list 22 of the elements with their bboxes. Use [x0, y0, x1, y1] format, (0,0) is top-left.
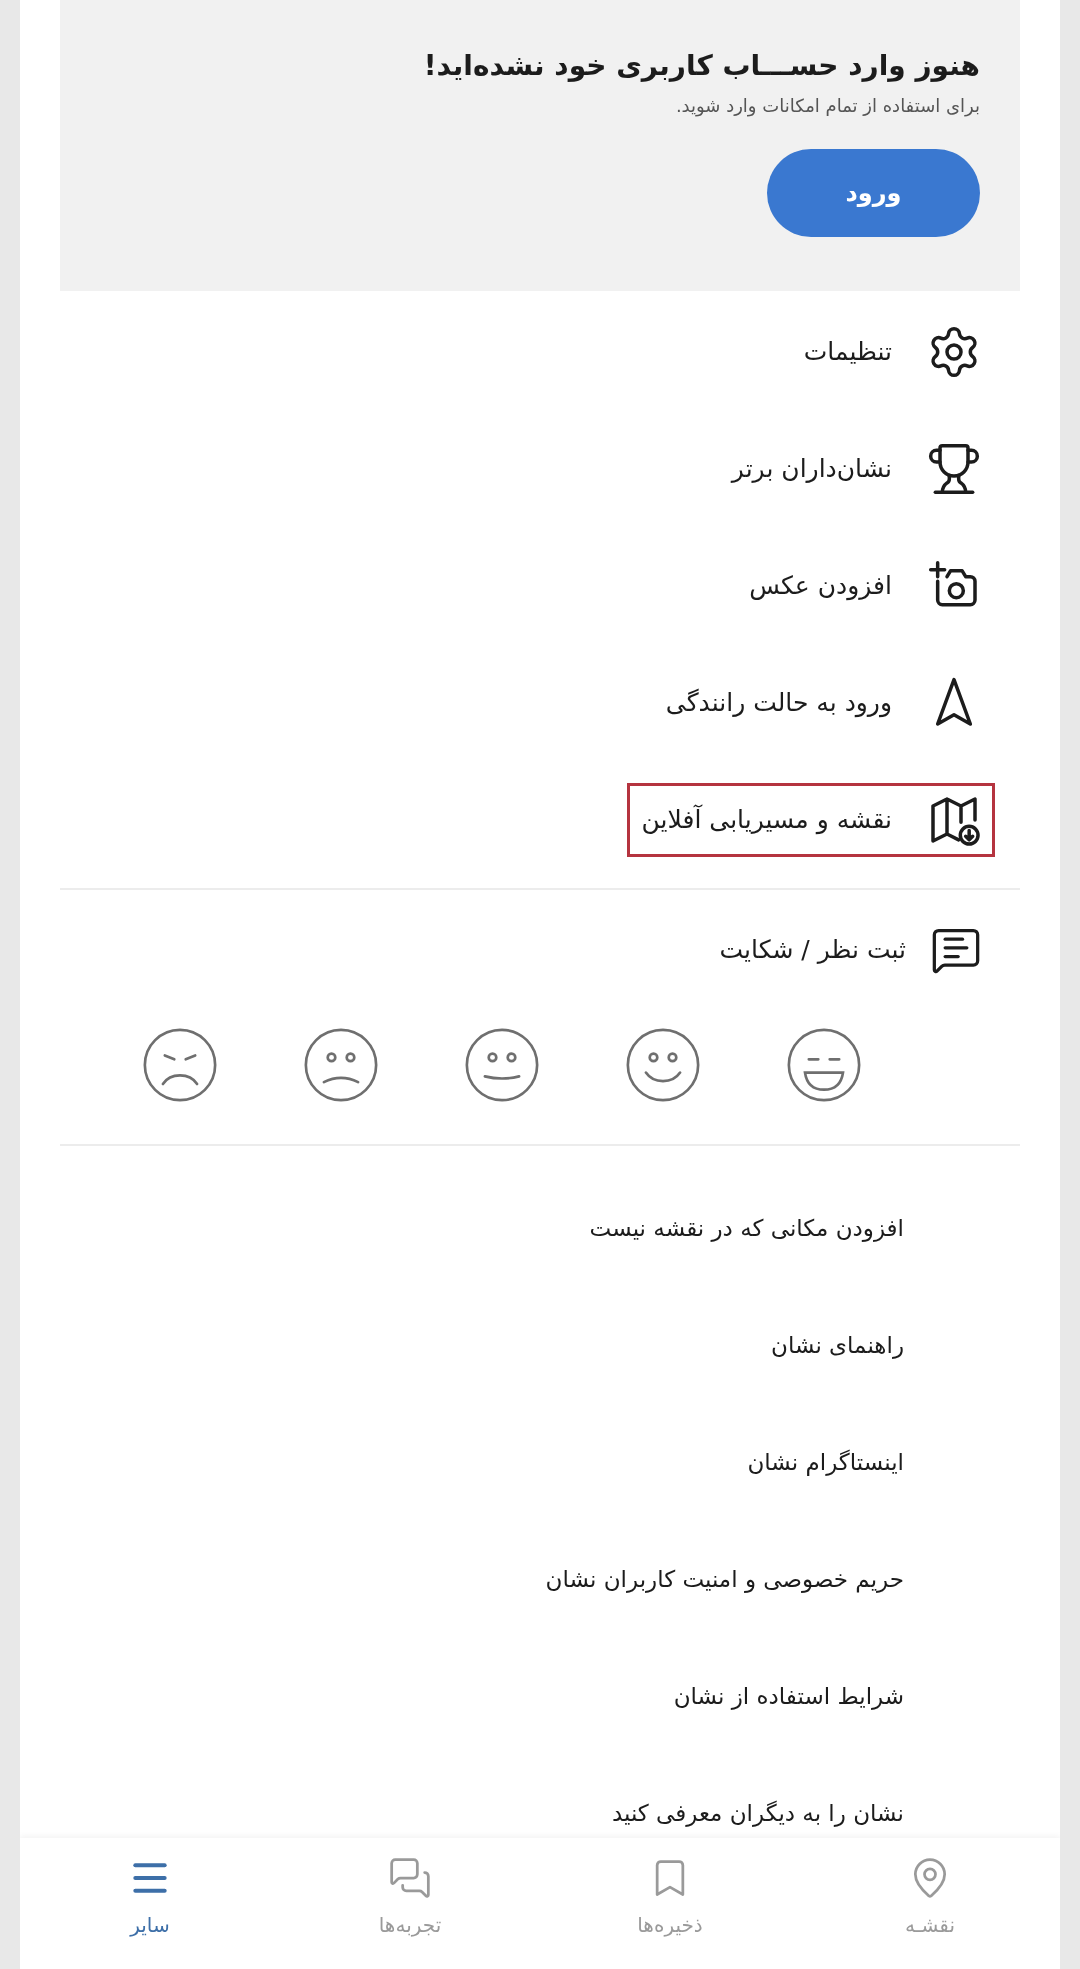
chat-bubbles-icon [388, 1856, 432, 1900]
smiling-face-icon[interactable] [625, 1027, 701, 1103]
menu-item[interactable]: تنظیمات [788, 314, 995, 389]
angry-face-icon[interactable] [142, 1027, 218, 1103]
menu-item[interactable]: نشان‌داران برتر [716, 431, 995, 506]
login-button[interactable]: ورود [767, 149, 980, 237]
menu-link[interactable]: افزودن مکانی که در نقشه نیست [589, 1211, 904, 1246]
login-subtitle: برای استفاده از تمام امکانات وارد شوید. [675, 94, 980, 119]
menu-link[interactable]: نشان را به دیگران معرفی کنید [611, 1796, 904, 1831]
menu-link[interactable]: شرایط استفاده از نشان [673, 1679, 904, 1714]
menu-item[interactable]: ورود به حالت رانندگی [650, 665, 995, 740]
menu-item[interactable]: افزودن عکس [734, 548, 995, 623]
feedback-link[interactable]: ثبت نظر / شکایت [719, 931, 906, 969]
menu-link[interactable]: اینستاگرام نشان [747, 1445, 904, 1480]
neutral-face-icon[interactable] [464, 1027, 540, 1103]
menu-link[interactable]: حریم خصوصی و امنیت کاربران نشان [545, 1562, 904, 1597]
menu-link[interactable]: راهنمای نشان [771, 1328, 904, 1363]
laughing-face-icon[interactable] [786, 1027, 862, 1103]
menu-item[interactable]: نقشه و مسیریابی آفلاین [626, 782, 995, 857]
nav-tab[interactable]: سایر [20, 1844, 280, 1969]
sad-face-icon[interactable] [303, 1027, 379, 1103]
login-title: هنوز وارد حســـاب کاربری خود نشده‌اید! [423, 48, 980, 84]
